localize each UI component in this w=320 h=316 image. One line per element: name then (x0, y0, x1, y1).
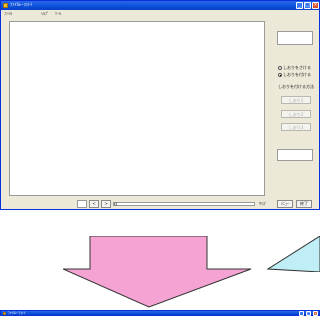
menu-file[interactable]: ﾌｧｲﾙ (4, 11, 12, 16)
image-canvas[interactable] (9, 21, 265, 196)
menu-bar: ﾌｧｲﾙ ﾍﾙﾌﾟ ﾂｰﾙ (1, 10, 319, 17)
status-field-1 (77, 200, 87, 208)
down-arrow-graphic (63, 236, 252, 308)
down-arrow-shape (63, 236, 252, 308)
panel-button-1[interactable]: しおり1 (281, 96, 311, 104)
info-box (277, 149, 313, 161)
panel-button-3[interactable]: しおり3 (281, 123, 311, 131)
app-window: ﾌｧｲﾙﾚｰﾌｫﾄﾄ _ □ × ﾌｧｲﾙ ﾍﾙﾌﾟ ﾂｰﾙ しおりをさける し… (0, 0, 320, 210)
title-bar[interactable]: ﾌｧｲﾙﾚｰﾌｫﾄﾄ _ □ × (1, 1, 319, 10)
slider-thumb[interactable] (114, 202, 117, 206)
exit-button[interactable]: 終了 (296, 200, 312, 208)
second-window-title: ﾌｧｲﾙﾚｰﾌｫﾄﾄ (8, 311, 26, 315)
second-window-titlebar[interactable]: ﾌｧｲﾙﾚｰﾌｫﾄﾄ _ □ × (0, 310, 320, 316)
pointer-wedge-shape (267, 236, 320, 272)
pointer-wedge-graphic (267, 236, 320, 272)
close-button[interactable]: × (313, 311, 318, 316)
next-button[interactable]: > (101, 200, 111, 208)
status-label: ｻｲｽﾞ (259, 201, 267, 206)
radio-option-2-label: しおりを付ける (283, 72, 311, 77)
section-label: しおりを付ける方法 (278, 84, 314, 89)
preview-box (277, 31, 313, 45)
window-title: ﾌｧｲﾙﾚｰﾌｫﾄﾄ (10, 3, 33, 8)
position-slider[interactable] (113, 202, 255, 206)
menu-button[interactable]: ﾒﾆｭｰ (277, 200, 293, 208)
radio-option-2[interactable]: しおりを付ける (278, 72, 311, 77)
menu-tools[interactable]: ﾂｰﾙ (55, 11, 61, 16)
close-button[interactable]: × (312, 2, 319, 9)
maximize-button[interactable]: □ (304, 2, 311, 9)
radio-circle-selected[interactable] (278, 72, 282, 77)
app-icon (3, 3, 8, 8)
radio-option-1-label: しおりをさける (283, 65, 311, 70)
maximize-button[interactable]: □ (306, 311, 311, 316)
radio-option-1[interactable]: しおりをさける (278, 65, 311, 70)
minimize-button[interactable]: _ (299, 311, 304, 316)
app-icon (3, 312, 6, 315)
menu-help[interactable]: ﾍﾙﾌﾟ (41, 11, 49, 16)
minimize-button[interactable]: _ (296, 2, 303, 9)
panel-button-2[interactable]: しおり2 (281, 110, 311, 118)
radio-circle[interactable] (278, 65, 282, 70)
prev-button[interactable]: < (89, 200, 99, 208)
